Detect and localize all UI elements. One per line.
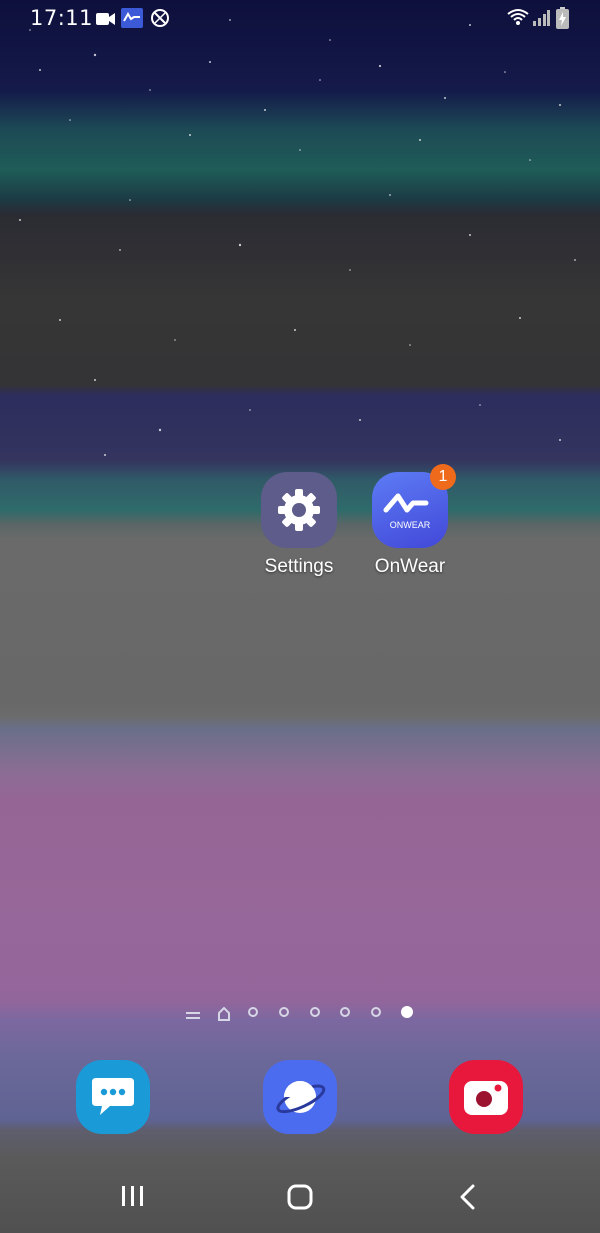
settings-app-icon[interactable] [261,472,337,548]
dock-messages[interactable] [76,1060,150,1134]
signal-icon [532,9,550,30]
home-button[interactable] [287,1184,313,1214]
video-camera-icon [96,11,116,30]
dock-internet[interactable] [263,1060,337,1134]
recents-icon [122,1186,143,1206]
navigation-bar [0,1160,600,1233]
battery-charging-icon [556,7,569,33]
page-dot[interactable] [248,1007,258,1017]
status-bar: 17:11 [0,0,600,36]
app-onwear[interactable]: ONWEAR 1 OnWear [355,464,465,578]
gear-icon [278,489,320,531]
clock: 17:11 [30,6,94,30]
recents-button[interactable] [120,1184,146,1212]
page-indicator[interactable] [180,1004,430,1022]
page-indicator-menu-icon[interactable] [186,1007,200,1026]
back-icon [460,1184,475,1210]
app-settings[interactable]: Settings [244,472,354,578]
onwear-notification-icon [121,8,143,32]
page-dot[interactable] [279,1007,289,1017]
page-dot[interactable] [310,1007,320,1017]
camera-icon [464,1081,508,1115]
settings-label: Settings [264,556,334,577]
dock-camera[interactable] [449,1060,523,1134]
page-dot-active[interactable] [401,1006,413,1018]
wallpaper-stars [19,19,576,456]
onwear-app-icon[interactable]: ONWEAR 1 [372,464,456,548]
onwear-logo-text: ONWEAR [390,520,431,530]
wifi-icon [506,8,530,30]
notification-badge: 1 [430,464,456,490]
onwear-logo-icon: ONWEAR [383,493,431,530]
do-not-disturb-icon [150,8,170,32]
page-dot[interactable] [340,1007,350,1017]
page-dot[interactable] [371,1007,381,1017]
home-page-indicator-icon[interactable] [217,1006,231,1025]
home-screen: 17:11 Settings ONWEAR 1 OnWear [0,0,600,1233]
planet-icon [276,1081,326,1114]
onwear-label: OnWear [374,556,446,577]
home-icon [287,1184,313,1210]
chat-bubble-icon [92,1078,134,1115]
back-button[interactable] [458,1184,478,1214]
